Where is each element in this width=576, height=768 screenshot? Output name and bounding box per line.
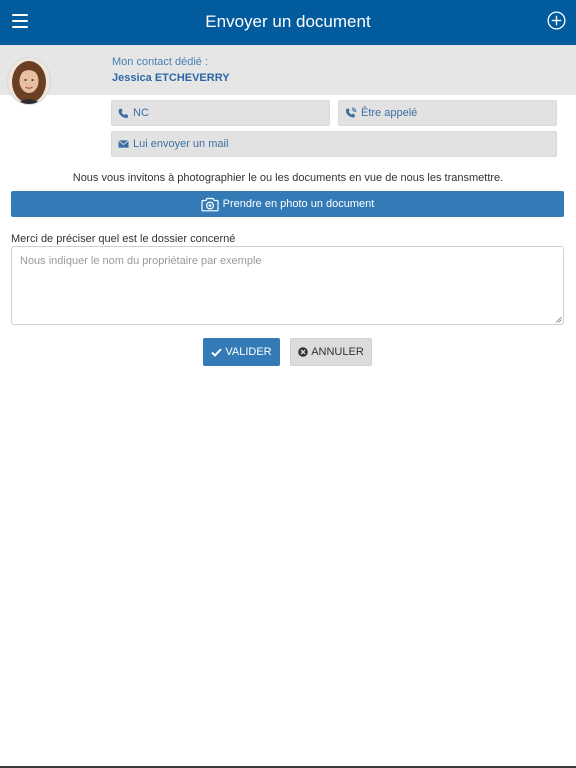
callback-button[interactable]: Être appelé: [338, 100, 557, 126]
contact-label: Mon contact dédié :: [112, 56, 209, 68]
phone-callback-icon: [345, 107, 357, 118]
dossier-textarea[interactable]: [11, 246, 564, 325]
dossier-field-label: Merci de préciser quel est le dossier co…: [11, 233, 236, 245]
resize-grip-icon[interactable]: [555, 316, 562, 323]
take-photo-button[interactable]: Prendre en photo un document: [11, 191, 564, 217]
phone-icon: [118, 108, 128, 118]
phone-button[interactable]: NC: [111, 100, 330, 126]
cancel-button[interactable]: ANNULER: [290, 338, 372, 366]
check-icon: [211, 348, 223, 357]
contact-name: Jessica ETCHEVERRY: [112, 72, 230, 84]
camera-icon: [201, 197, 219, 211]
send-mail-button[interactable]: Lui envoyer un mail: [111, 131, 557, 157]
contact-avatar: [7, 57, 51, 105]
callback-button-label: Être appelé: [361, 107, 418, 119]
cancel-button-label: ANNULER: [311, 346, 364, 358]
send-mail-button-label: Lui envoyer un mail: [133, 138, 229, 150]
times-circle-icon: [298, 347, 309, 357]
take-photo-button-label: Prendre en photo un document: [222, 198, 375, 210]
top-app-bar: Envoyer un document: [0, 0, 576, 45]
validate-button-label: VALIDER: [225, 346, 272, 358]
page-title: Envoyer un document: [205, 12, 371, 31]
validate-button[interactable]: VALIDER: [203, 338, 280, 366]
plus-circle-icon[interactable]: [547, 11, 566, 30]
phone-button-label: NC: [133, 107, 149, 119]
envelope-icon: [118, 140, 129, 148]
contact-band: [0, 45, 576, 95]
invite-text: Nous vous invitons à photographier le ou…: [72, 172, 504, 184]
